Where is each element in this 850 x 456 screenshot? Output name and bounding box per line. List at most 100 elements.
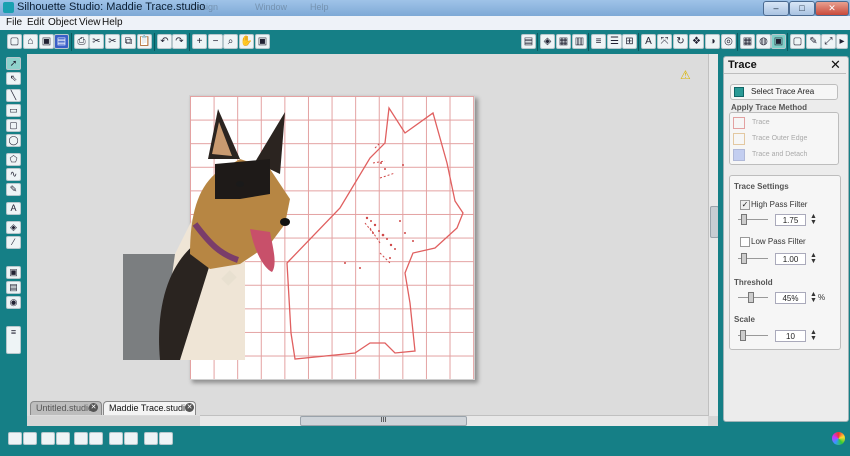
scale-stepper-icon[interactable]: ▲ ▼ [810, 329, 817, 342]
low-pass-checkbox[interactable] [740, 237, 750, 247]
zoom-select-icon[interactable]: ⌕ [223, 34, 238, 49]
online-store-icon[interactable]: ◍ [756, 34, 771, 49]
delete-icon[interactable] [89, 432, 103, 445]
save-icon[interactable]: ▣ [39, 34, 54, 49]
select-arrow-icon[interactable]: ➚ [6, 57, 21, 70]
curve-tool-icon[interactable]: ∿ [6, 168, 21, 181]
cut-settings-icon[interactable]: ▢ [790, 34, 805, 49]
maximize-button[interactable]: □ [789, 1, 815, 16]
high-pass-slider-knob[interactable] [741, 214, 747, 225]
freehand-tool-icon[interactable]: ✎ [6, 183, 21, 196]
horizontal-scroll-thumb[interactable]: III [300, 416, 467, 426]
warning-icon[interactable]: ⚠ [680, 68, 691, 82]
menu-file[interactable]: File [6, 17, 22, 28]
text-style-icon[interactable]: A [641, 34, 656, 49]
paste-icon[interactable]: 📋 [137, 34, 152, 49]
more-tools-icon[interactable]: ▸ [836, 34, 848, 49]
zoom-out-icon[interactable]: − [208, 34, 223, 49]
rectangle-tool-icon[interactable]: ▭ [6, 104, 21, 117]
toolbar-divider [638, 33, 639, 51]
menu-view[interactable]: View [79, 17, 101, 28]
release-compound-path-icon[interactable] [56, 432, 70, 445]
print-icon[interactable]: ⎙ [74, 34, 89, 49]
send-backward-icon[interactable] [124, 432, 138, 445]
bring-forward-icon[interactable] [109, 432, 123, 445]
redo-icon[interactable]: ↷ [172, 34, 187, 49]
menu-object[interactable]: Object [48, 17, 77, 28]
undo-icon[interactable]: ↶ [157, 34, 172, 49]
make-compound-path-icon[interactable] [41, 432, 55, 445]
high-pass-checkbox[interactable]: ✓ [740, 200, 750, 210]
modify-icon[interactable]: ◑ [705, 34, 720, 49]
offset-icon[interactable]: ◎ [721, 34, 736, 49]
minimize-button[interactable]: – [763, 1, 789, 16]
rotate-icon[interactable]: ↻ [673, 34, 688, 49]
line-style-icon[interactable]: ☰ [607, 34, 622, 49]
grid-settings-icon[interactable]: ▦ [556, 34, 571, 49]
save-to-library-icon[interactable]: ▤ [54, 34, 69, 49]
close-window-button[interactable]: ✕ [815, 1, 849, 16]
tab-maddie-close-icon[interactable]: ✕ [185, 403, 194, 412]
edit-points-icon[interactable]: ⇖ [6, 72, 21, 85]
bg-menu-design: Design [190, 2, 219, 12]
scale-value-field[interactable]: 10 [775, 330, 806, 342]
high-pass-value-field[interactable]: 1.75 [775, 214, 806, 226]
ungroup-icon[interactable] [23, 432, 37, 445]
ellipse-tool-icon[interactable]: ◯ [6, 134, 21, 147]
menu-help[interactable]: Help [102, 17, 123, 28]
knife-tool-icon[interactable]: ⁄ [6, 236, 21, 249]
rhinestone-icon[interactable]: ◉ [6, 296, 21, 309]
group-icon[interactable] [8, 432, 22, 445]
line-tool-icon[interactable]: ╲ [6, 89, 21, 102]
text-tool-icon[interactable]: A [6, 202, 21, 215]
tab-maddie-trace[interactable]: Maddie Trace.studio [103, 401, 196, 415]
zoom-in-icon[interactable]: + [192, 34, 207, 49]
new-document-icon[interactable]: ▢ [7, 34, 22, 49]
show-cut-lines-icon[interactable]: ▣ [6, 266, 21, 279]
align-icon[interactable]: ≡ [591, 34, 606, 49]
polygon-tool-icon[interactable]: ⬠ [6, 153, 21, 166]
color-wheel-icon[interactable] [832, 432, 845, 445]
trace-method-trace[interactable]: Trace [752, 119, 770, 126]
pan-hand-icon[interactable]: ✋ [239, 34, 254, 49]
select-trace-area-button[interactable]: Select Trace Area [730, 84, 838, 100]
fit-to-page-icon[interactable]: ▣ [255, 34, 270, 49]
trace-method-detach[interactable]: Trace and Detach [752, 151, 807, 158]
low-pass-label: Low Pass Filter [751, 237, 806, 246]
menu-edit[interactable]: Edit [27, 17, 44, 28]
open-folder-icon[interactable]: ⌂ [23, 34, 38, 49]
send-to-cutter-icon[interactable]: ✂ [89, 34, 104, 49]
dog-photo-image[interactable] [120, 104, 295, 364]
cut-icon[interactable]: ✂ [105, 34, 120, 49]
page-settings-icon[interactable]: ▤ [521, 34, 536, 49]
library-icon[interactable]: ▦ [740, 34, 755, 49]
weld-icon[interactable] [144, 432, 158, 445]
trace-panel-close-icon[interactable]: ✕ [830, 57, 841, 73]
fullscreen-icon[interactable]: ⤢ [821, 34, 836, 49]
low-pass-slider-knob[interactable] [741, 253, 747, 264]
replicate-icon[interactable]: ❖ [689, 34, 704, 49]
fill-color-icon[interactable]: ⊞ [622, 34, 637, 49]
threshold-value-field[interactable]: 45% [775, 292, 806, 304]
threshold-stepper-icon[interactable]: ▲ ▼ [810, 291, 817, 304]
duplicate-icon[interactable] [74, 432, 88, 445]
settings-icon[interactable] [159, 432, 173, 445]
trace-outline[interactable] [285, 103, 475, 365]
trace-method-outer-edge[interactable]: Trace Outer Edge [752, 135, 807, 142]
scale-slider-knob[interactable] [740, 330, 746, 341]
transform-icon[interactable]: ⤧ [657, 34, 672, 49]
print-and-cut-icon[interactable]: ▤ [6, 281, 21, 294]
copy-icon[interactable]: ⧉ [121, 34, 136, 49]
registration-marks-icon[interactable]: ▥ [572, 34, 587, 49]
sketch-pen-icon[interactable]: ✎ [806, 34, 821, 49]
eraser-tool-icon[interactable]: ◈ [6, 221, 21, 234]
tab-untitled-close-icon[interactable]: ✕ [89, 403, 98, 412]
trace-window-icon[interactable]: ▣ [771, 34, 786, 49]
eraser-icon[interactable]: ◈ [540, 34, 555, 49]
low-pass-stepper-icon[interactable]: ▲ ▼ [810, 252, 817, 265]
rounded-rect-tool-icon[interactable]: ▢ [6, 119, 21, 132]
threshold-slider-knob[interactable] [748, 292, 754, 303]
layers-panel-icon[interactable]: ≡ [6, 326, 21, 354]
high-pass-stepper-icon[interactable]: ▲ ▼ [810, 213, 817, 226]
low-pass-value-field[interactable]: 1.00 [775, 253, 806, 265]
